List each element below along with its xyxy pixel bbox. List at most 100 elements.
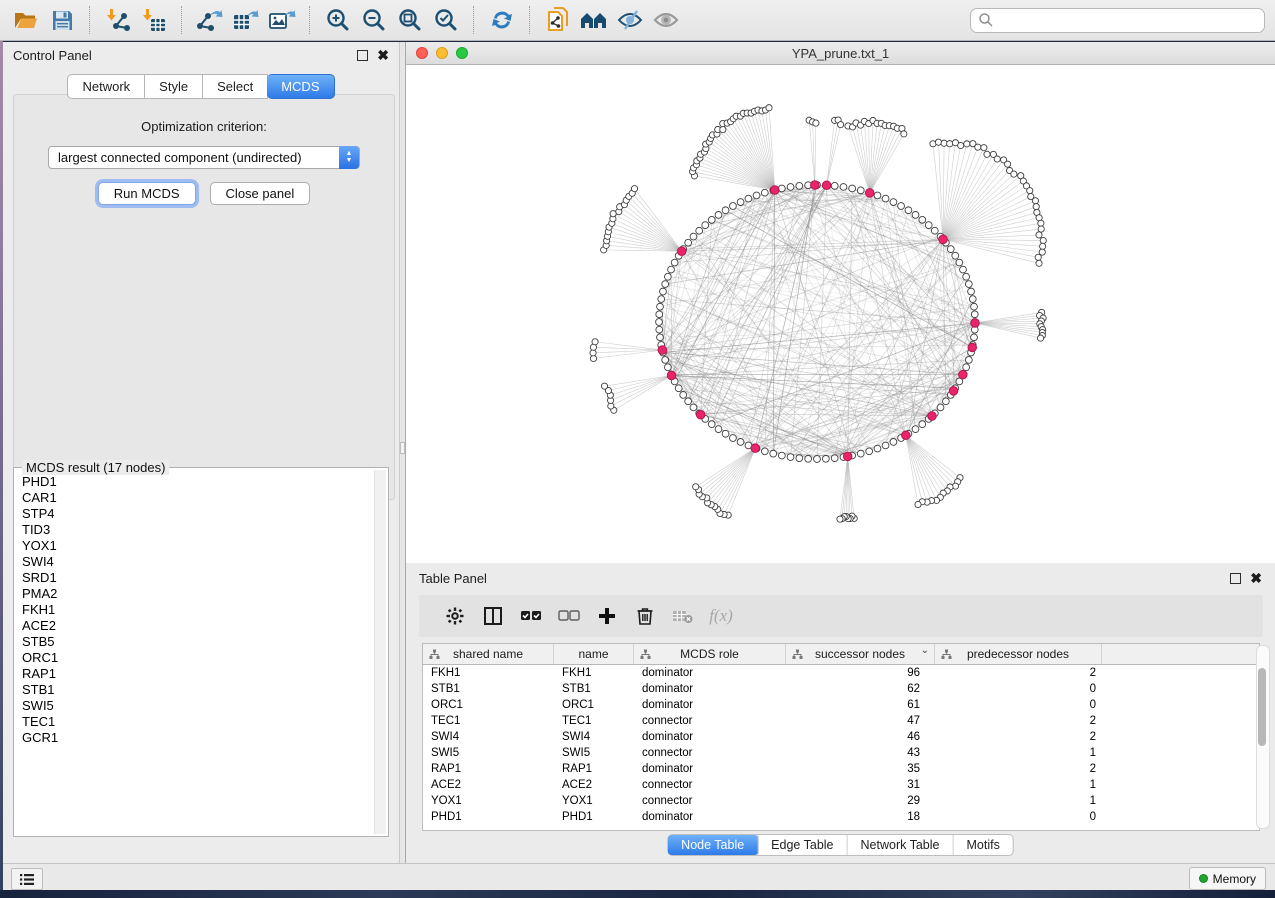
add-column-icon[interactable] <box>588 601 626 631</box>
run-mcds-button[interactable]: Run MCDS <box>98 182 196 205</box>
mcds-list-item[interactable]: YOX1 <box>22 538 374 554</box>
ring-node[interactable] <box>761 448 768 455</box>
ring-node[interactable] <box>912 426 919 433</box>
ring-node[interactable] <box>969 296 976 303</box>
task-history-button[interactable] <box>11 868 43 890</box>
mcds-list-item[interactable]: ORC1 <box>22 650 374 666</box>
leaf-node[interactable] <box>975 144 981 150</box>
ring-node[interactable] <box>761 189 768 196</box>
ring-node[interactable] <box>937 404 944 411</box>
tab-style[interactable]: Style <box>145 74 203 99</box>
ring-node[interactable] <box>770 450 777 457</box>
mcds-list-item[interactable]: SRD1 <box>22 570 374 586</box>
mcds-hub-node[interactable] <box>928 412 937 421</box>
ring-node[interactable] <box>968 288 975 295</box>
mcds-list-item[interactable]: TEC1 <box>22 714 374 730</box>
ring-node[interactable] <box>965 281 972 288</box>
close-panel-icon[interactable]: ✖ <box>377 50 389 61</box>
ring-node[interactable] <box>737 439 744 446</box>
tab-select[interactable]: Select <box>203 74 268 99</box>
mcds-hub-node[interactable] <box>667 371 676 380</box>
show-columns-icon[interactable] <box>474 601 512 631</box>
column-header-MCDS-role[interactable]: MCDS role <box>634 644 786 664</box>
ring-node[interactable] <box>963 273 970 280</box>
leaf-node[interactable] <box>766 105 772 111</box>
table-row[interactable]: SWI4SWI4dominator462 <box>423 729 1259 745</box>
tab-network[interactable]: Network <box>67 74 145 99</box>
ring-node[interactable] <box>965 357 972 364</box>
leaf-node[interactable] <box>1036 232 1042 238</box>
ring-node[interactable] <box>737 199 744 206</box>
ring-node[interactable] <box>831 182 838 189</box>
ring-node[interactable] <box>708 216 715 223</box>
leaf-node[interactable] <box>1035 254 1041 260</box>
ring-node[interactable] <box>680 391 687 398</box>
ring-node[interactable] <box>778 452 785 459</box>
ring-node[interactable] <box>971 334 978 341</box>
function-builder-icon[interactable]: f(x) <box>702 601 740 631</box>
ring-node[interactable] <box>912 211 919 218</box>
ring-node[interactable] <box>831 455 838 462</box>
deselect-all-icon[interactable] <box>550 601 588 631</box>
mcds-hub-node[interactable] <box>939 235 948 244</box>
table-row[interactable]: PHD1PHD1dominator180 <box>423 809 1259 825</box>
leaf-node[interactable] <box>1027 188 1033 194</box>
ring-node[interactable] <box>675 385 682 392</box>
table-row[interactable]: RAP1RAP1dominator352 <box>423 761 1259 777</box>
ring-node[interactable] <box>919 216 926 223</box>
ring-node[interactable] <box>857 187 864 194</box>
search-input[interactable] <box>970 8 1265 33</box>
ring-node[interactable] <box>685 239 692 246</box>
leaf-node[interactable] <box>631 186 637 192</box>
ring-node[interactable] <box>956 259 963 266</box>
ring-node[interactable] <box>662 357 669 364</box>
ring-node[interactable] <box>662 281 669 288</box>
mcds-hub-node[interactable] <box>677 247 686 256</box>
network-titlebar[interactable]: YPA_prune.txt_1 <box>406 42 1275 65</box>
zoom-in-icon[interactable] <box>320 4 356 36</box>
mcds-list-item[interactable]: STP4 <box>22 506 374 522</box>
memory-button[interactable]: Memory <box>1189 867 1266 890</box>
leaf-node[interactable] <box>838 122 844 128</box>
table-row[interactable]: YOX1YOX1connector291 <box>423 793 1259 809</box>
save-session-icon[interactable] <box>44 4 80 36</box>
ring-node[interactable] <box>696 227 703 234</box>
show-all-icon[interactable] <box>648 4 684 36</box>
ring-node[interactable] <box>685 398 692 405</box>
ring-node[interactable] <box>753 192 760 199</box>
ring-node[interactable] <box>971 311 978 318</box>
mcds-hub-node[interactable] <box>902 431 911 440</box>
mcds-hub-node[interactable] <box>810 181 819 190</box>
mcds-result-list[interactable]: PHD1CAR1STP4TID3YOX1SWI4SRD1PMA2FKH1ACE2… <box>16 474 374 834</box>
leaf-node[interactable] <box>994 156 1000 162</box>
ring-node[interactable] <box>657 334 664 341</box>
network-canvas[interactable] <box>407 65 1275 562</box>
table-row[interactable]: SWI5SWI5connector431 <box>423 745 1259 761</box>
table-row[interactable]: STB1STB1dominator620 <box>423 681 1259 697</box>
zoom-fit-icon[interactable] <box>392 4 428 36</box>
import-network-icon[interactable] <box>100 4 136 36</box>
ring-node[interactable] <box>822 455 829 462</box>
mcds-hub-node[interactable] <box>968 343 977 352</box>
leaf-node[interactable] <box>958 142 964 148</box>
tab-node-table[interactable]: Node Table <box>667 835 758 855</box>
leaf-node[interactable] <box>1005 161 1011 167</box>
mcds-list-item[interactable]: TID3 <box>22 522 374 538</box>
ring-node[interactable] <box>671 259 678 266</box>
ring-node[interactable] <box>874 192 881 199</box>
leaf-node[interactable] <box>901 131 907 137</box>
mcds-list-item[interactable]: PMA2 <box>22 586 374 602</box>
leaf-node[interactable] <box>693 484 699 490</box>
table-row[interactable]: ACE2ACE2connector311 <box>423 777 1259 793</box>
mcds-list-item[interactable]: STB1 <box>22 682 374 698</box>
leaf-node[interactable] <box>1036 260 1042 266</box>
mcds-list-item[interactable]: GCR1 <box>22 730 374 746</box>
leaf-node[interactable] <box>915 501 921 507</box>
ring-node[interactable] <box>715 211 722 218</box>
ring-node[interactable] <box>890 199 897 206</box>
mcds-list-item[interactable]: STB5 <box>22 634 374 650</box>
ring-node[interactable] <box>658 296 665 303</box>
ring-node[interactable] <box>664 273 671 280</box>
mcds-hub-node[interactable] <box>770 186 779 195</box>
leaf-node[interactable] <box>984 151 990 157</box>
